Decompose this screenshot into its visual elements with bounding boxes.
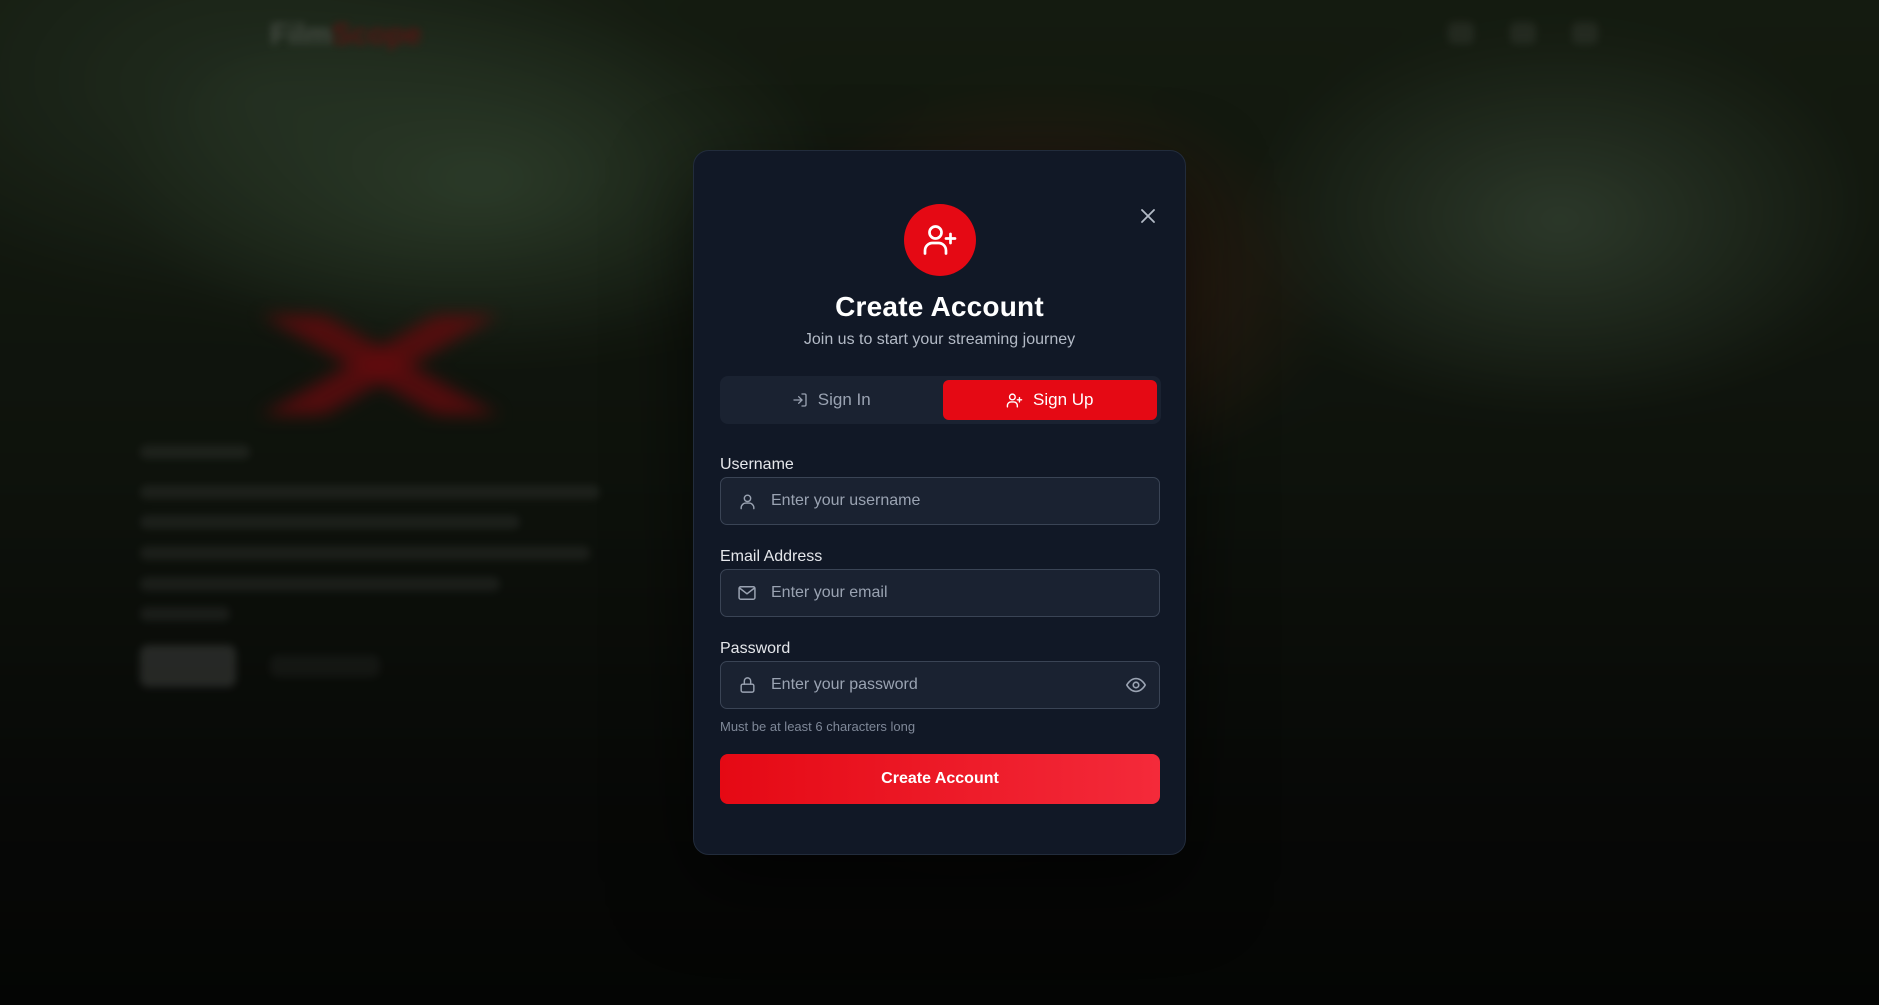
user-plus-icon [1006, 392, 1023, 408]
username-field [720, 477, 1160, 525]
avatar [904, 204, 976, 276]
password-hint: Must be at least 6 characters long [720, 719, 916, 734]
modal-title: Create Account [835, 291, 1044, 322]
email-field [720, 569, 1160, 617]
create-account-button[interactable]: Create Account [720, 754, 1160, 804]
username-input[interactable] [771, 478, 1159, 524]
page: FilmScope Create Account Join us to star… [0, 0, 1879, 1005]
password-input[interactable] [771, 662, 1113, 708]
tab-label: Sign Up [1033, 390, 1094, 409]
username-label: Username [720, 456, 794, 473]
tab-sign-in[interactable]: Sign In [724, 380, 939, 420]
password-label: Password [720, 640, 791, 657]
mail-icon [721, 583, 771, 603]
close-button[interactable] [1135, 203, 1161, 229]
close-icon [1141, 209, 1155, 223]
create-account-modal: Create Account Join us to start your str… [693, 150, 1186, 855]
user-plus-icon [923, 225, 957, 255]
lock-icon [721, 675, 771, 695]
email-label: Email Address [720, 548, 823, 565]
log-in-icon [793, 393, 807, 407]
modal-subtitle: Join us to start your streaming journey [803, 331, 1076, 348]
email-input[interactable] [771, 570, 1159, 616]
auth-tabs: Sign In Sign Up [720, 376, 1161, 424]
toggle-password-visibility[interactable] [1113, 662, 1159, 708]
user-icon [721, 492, 771, 511]
password-field [720, 661, 1160, 709]
tab-sign-up[interactable]: Sign Up [942, 380, 1157, 420]
tab-label: Sign In [817, 390, 871, 409]
eye-icon [1126, 677, 1146, 693]
